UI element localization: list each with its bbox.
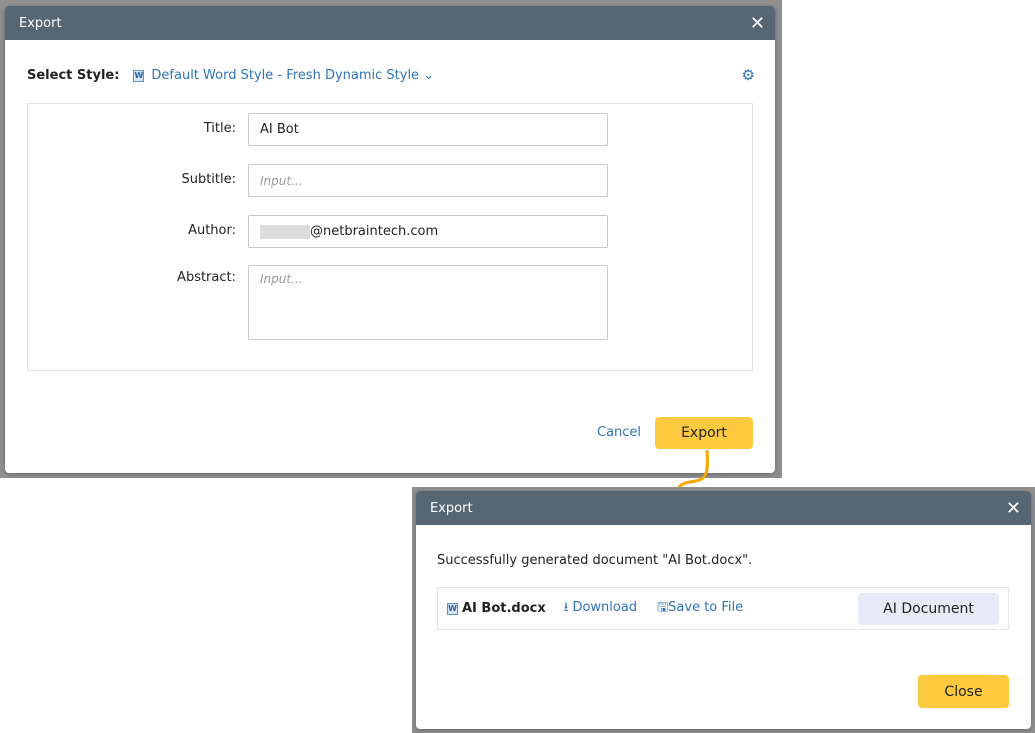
title-value: AI Bot	[260, 122, 299, 137]
download-label: Download	[572, 599, 638, 615]
chevron-down-icon: ⌄	[423, 68, 435, 83]
author-row: Author: @netbraintech.com	[28, 215, 752, 248]
subtitle-label: Subtitle:	[181, 172, 236, 187]
close-icon[interactable]: ✕	[750, 13, 765, 34]
success-message: Successfully generated document "AI Bot.…	[437, 553, 753, 568]
file-row: W AI Bot.docx ⭳ Download 🖫Save to File A…	[437, 587, 1009, 630]
abstract-label: Abstract:	[177, 270, 236, 285]
author-value: @netbraintech.com	[310, 224, 439, 239]
word-icon: W	[447, 602, 458, 615]
dialog-title: Export	[430, 500, 473, 516]
subtitle-placeholder: Input...	[260, 173, 303, 188]
download-link[interactable]: ⭳ Download	[564, 598, 637, 620]
abstract-textarea[interactable]: Input...	[248, 265, 608, 340]
select-style-label: Select Style:	[27, 68, 120, 83]
result-dialog: Export ✕ Successfully generated document…	[416, 491, 1031, 729]
abstract-row: Abstract: Input...	[28, 265, 752, 340]
export-dialog: Export ✕ Select Style: W Default Word St…	[5, 6, 775, 473]
floppy-disk-icon: 🖫	[657, 599, 669, 615]
style-value: Default Word Style - Fresh Dynamic Style	[151, 68, 420, 83]
dialog-header: Export ✕	[416, 491, 1031, 525]
save-to-file-link[interactable]: 🖫Save to File	[657, 598, 743, 620]
subtitle-row: Subtitle: Input...	[28, 164, 752, 197]
gear-icon[interactable]: ⚙	[742, 66, 755, 84]
close-icon[interactable]: ✕	[1006, 498, 1021, 519]
file-name: AI Bot.docx	[462, 601, 546, 616]
dialog-header: Export ✕	[5, 6, 775, 40]
redacted-block	[260, 224, 310, 239]
form-panel: Title: AI Bot Subtitle: Input... Author:…	[27, 103, 753, 371]
abstract-placeholder: Input...	[260, 272, 303, 286]
ai-document-button[interactable]: AI Document	[858, 593, 999, 625]
style-dropdown[interactable]: Default Word Style - Fresh Dynamic Style…	[151, 68, 434, 83]
word-icon: W	[133, 69, 145, 82]
save-to-file-label: Save to File	[668, 599, 744, 615]
cancel-button[interactable]: Cancel	[597, 425, 641, 440]
download-icon: ⭳	[563, 599, 569, 615]
author-label: Author:	[188, 223, 236, 238]
title-row: Title: AI Bot	[28, 113, 752, 146]
author-input[interactable]: @netbraintech.com	[248, 215, 608, 248]
title-input[interactable]: AI Bot	[248, 113, 608, 146]
export-button[interactable]: Export	[655, 417, 753, 449]
subtitle-input[interactable]: Input...	[248, 164, 608, 197]
close-button[interactable]: Close	[918, 675, 1009, 708]
dialog-title: Export	[19, 15, 62, 31]
title-label: Title:	[203, 121, 236, 136]
